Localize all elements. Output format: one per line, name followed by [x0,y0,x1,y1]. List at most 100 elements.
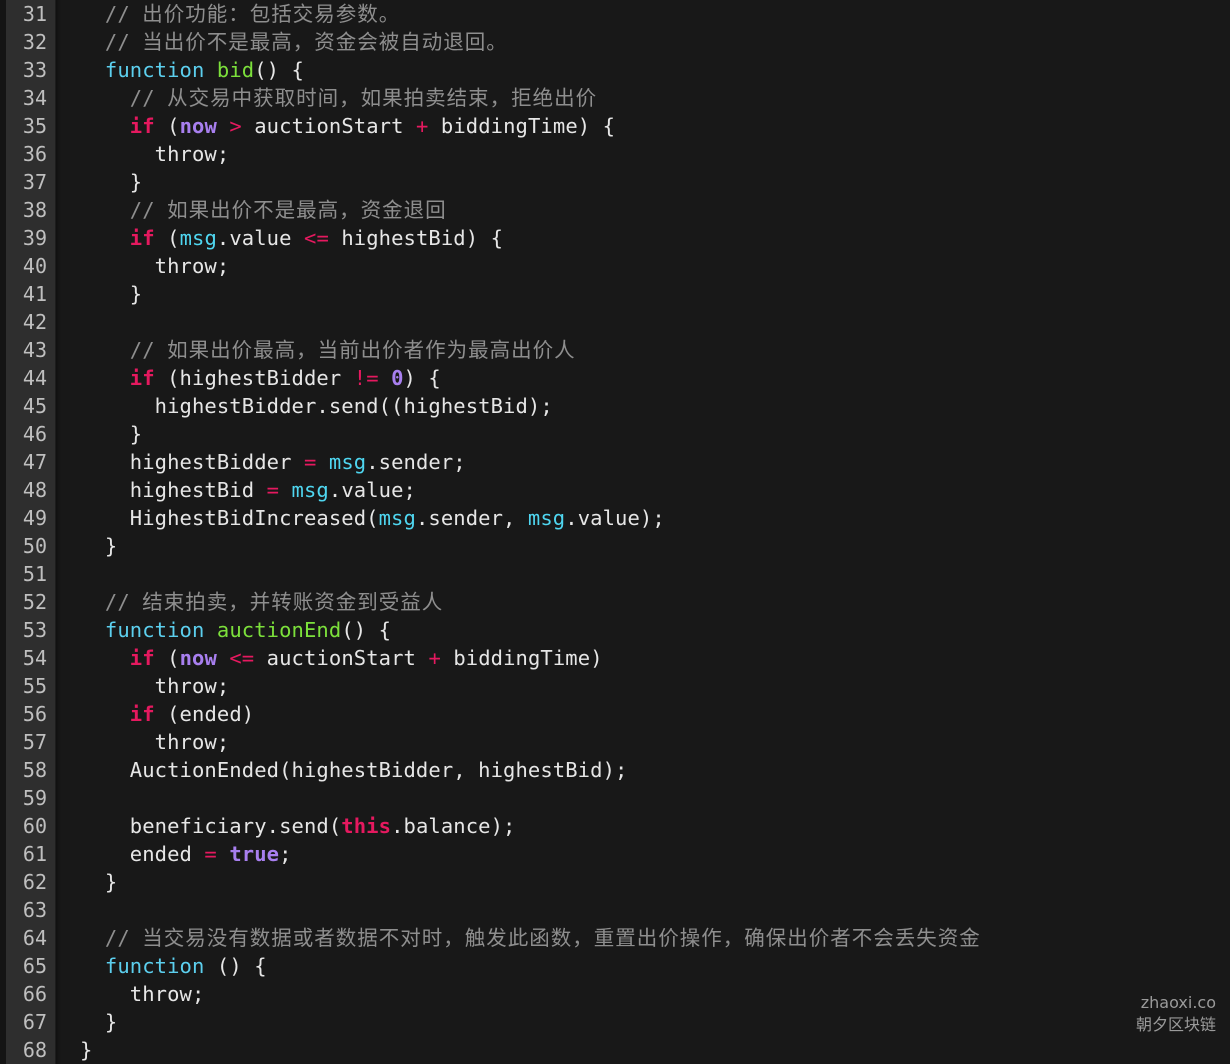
line-number: 34 [22,86,47,110]
code-line[interactable]: } [62,532,1230,560]
code-editor: 31 32 33 34 35 36 37 38 39 40 41 42 43 44 45 46 47 48 49 50… [0,0,1230,1064]
line-number: 36 [22,142,47,166]
code-token: } [80,422,143,446]
code-token: 如果出价不是最高，资金退回 [167,198,447,222]
line-number: 64 [22,926,47,950]
code-token: } [80,1010,118,1034]
code-token: // [80,926,143,950]
code-line[interactable]: } [62,1008,1230,1036]
code-line[interactable]: } [62,420,1230,448]
code-token: .balance); [391,814,516,838]
code-token: if [129,366,155,390]
code-line[interactable]: } [62,868,1230,896]
code-token: biddingTime) [440,646,603,670]
code-line[interactable]: AuctionEnded(highestBidder, highestBid); [62,756,1230,784]
code-token: auctionStart [254,646,429,670]
code-line[interactable]: // 如果出价不是最高，资金退回 [62,196,1230,224]
line-number: 59 [22,786,47,810]
code-line[interactable]: ended = true; [62,840,1230,868]
code-line[interactable]: // 如果出价最高，当前出价者作为最高出价人 [62,336,1230,364]
code-line[interactable]: throw; [62,728,1230,756]
code-token: // [80,2,143,26]
line-number: 68 [22,1038,47,1062]
code-line[interactable]: } [62,280,1230,308]
code-line[interactable]: function () { [62,952,1230,980]
code-line[interactable]: // 出价功能：包括交易参数。 [62,0,1230,28]
code-token: 出价功能：包括交易参数。 [142,2,401,26]
code-line[interactable]: throw; [62,672,1230,700]
code-token: .sender; [366,450,466,474]
code-line[interactable]: HighestBidIncreased(msg.sender, msg.valu… [62,504,1230,532]
code-token: bid [216,58,255,82]
code-token: ; [279,842,292,866]
code-token: msg [527,506,566,530]
code-token: 0 [391,366,404,390]
code-line[interactable]: throw; [62,140,1230,168]
code-line[interactable]: throw; [62,252,1230,280]
code-line[interactable] [62,308,1230,336]
line-number: 62 [22,870,47,894]
line-number: 53 [22,618,47,642]
line-number: 65 [22,954,47,978]
code-token: ( [154,226,180,250]
code-token: // [80,590,143,614]
code-token: = [204,842,217,866]
code-token: } [80,1038,93,1062]
code-token: 从交易中获取时间，如果拍卖结束，拒绝出价 [167,86,598,110]
code-line[interactable]: // 当交易没有数据或者数据不对时，触发此函数，重置出价操作，确保出价者不会丢失… [62,924,1230,952]
line-number: 49 [22,506,47,530]
code-line[interactable] [62,896,1230,924]
code-line[interactable]: function bid() { [62,56,1230,84]
code-line[interactable]: // 结束拍卖，并转账资金到受益人 [62,588,1230,616]
code-token: msg [291,478,329,502]
code-line[interactable]: if (now > auctionStart + biddingTime) { [62,112,1230,140]
code-line[interactable]: if (now <= auctionStart + biddingTime) [62,644,1230,672]
code-line[interactable]: // 当出价不是最高，资金会被自动退回。 [62,28,1230,56]
code-line[interactable]: } [62,1036,1230,1064]
code-line[interactable]: } [62,168,1230,196]
code-line[interactable]: function auctionEnd() { [62,616,1230,644]
code-token: msg [179,226,217,250]
code-content-area[interactable]: // 出价功能：包括交易参数。 // 当出价不是最高，资金会被自动退回。 fun… [62,0,1230,1064]
line-number: 46 [22,422,47,446]
line-number: 39 [22,226,47,250]
code-line[interactable]: highestBidder = msg.sender; [62,448,1230,476]
code-token: highestBidder.send((highestBid); [80,394,553,418]
code-line[interactable]: highestBid = msg.value; [62,476,1230,504]
line-number: 35 [22,114,47,138]
code-token: <= [229,646,255,670]
code-token: highestBid) { [328,226,504,250]
code-line[interactable]: if (highestBidder != 0) { [62,364,1230,392]
code-line[interactable] [62,560,1230,588]
code-token: .value); [565,506,665,530]
code-line[interactable]: beneficiary.send(this.balance); [62,812,1230,840]
line-number: 54 [22,646,47,670]
code-token: } [80,282,143,306]
code-token: + [428,646,441,670]
code-line[interactable]: throw; [62,980,1230,1008]
code-token: ( [154,646,180,670]
code-token: .sender, [415,506,528,530]
code-token: 当交易没有数据或者数据不对时，触发此函数，重置出价操作，确保出价者不会丢失资金 [142,926,981,950]
code-token: + [416,114,429,138]
code-token: AuctionEnded(highestBidder, highestBid); [80,758,628,782]
code-token: 结束拍卖，并转账资金到受益人 [142,590,444,614]
code-token: throw; [80,730,230,754]
code-token: } [80,870,118,894]
code-line[interactable]: if (ended) [62,700,1230,728]
code-token: <= [304,226,329,250]
line-number: 48 [22,478,47,502]
code-line[interactable]: // 从交易中获取时间，如果拍卖结束，拒绝出价 [62,84,1230,112]
code-line[interactable] [62,784,1230,812]
line-number: 58 [22,758,47,782]
code-token: highestBidder [80,450,304,474]
line-number: 44 [22,366,47,390]
code-token: > [229,114,242,138]
code-line[interactable]: if (msg.value <= highestBid) { [62,224,1230,252]
code-line[interactable]: highestBidder.send((highestBid); [62,392,1230,420]
